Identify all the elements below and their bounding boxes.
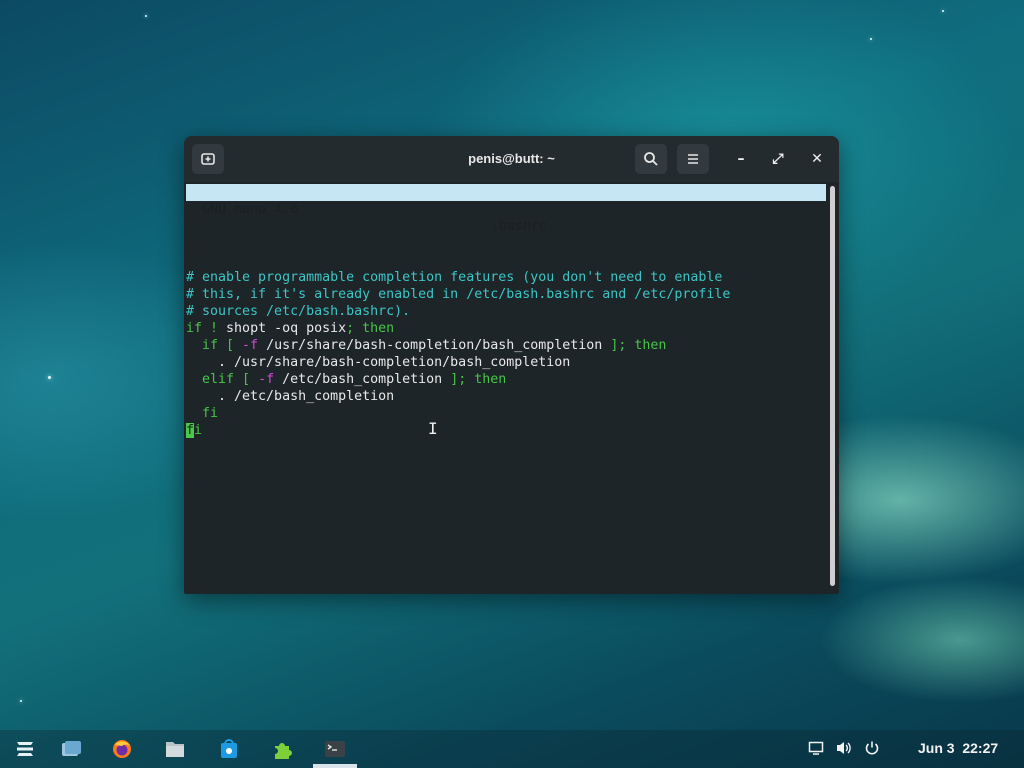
code-token: . /usr/share/bash-completion/bash_comple… bbox=[186, 355, 571, 370]
code-line: . /usr/share/bash-completion/bash_comple… bbox=[186, 354, 730, 371]
code-token: -f bbox=[242, 338, 259, 353]
code-token: # sources /etc/bash.bashrc). bbox=[186, 304, 411, 319]
code-line: if [ -f /usr/share/bash-completion/bash_… bbox=[186, 337, 730, 354]
code-line: # enable programmable completion feature… bbox=[186, 269, 730, 286]
star bbox=[870, 38, 872, 40]
workspaces-icon[interactable] bbox=[61, 738, 83, 760]
star bbox=[20, 700, 22, 702]
close-button[interactable]: ✕ bbox=[808, 150, 826, 168]
code-token: -f bbox=[258, 372, 275, 387]
code-line: fi bbox=[186, 405, 730, 422]
display-icon[interactable] bbox=[808, 740, 824, 761]
volume-icon[interactable] bbox=[835, 740, 853, 761]
hamburger-menu-icon bbox=[688, 154, 698, 164]
code-token: if [ bbox=[186, 338, 243, 353]
code-line: elif [ -f /etc/bash_completion ]; then bbox=[186, 371, 730, 388]
code-token: /usr/share/bash-completion/bash_completi… bbox=[258, 338, 611, 353]
star bbox=[942, 10, 944, 12]
extensions-icon[interactable] bbox=[271, 738, 293, 760]
power-icon[interactable] bbox=[864, 740, 880, 761]
active-app-indicator bbox=[313, 764, 357, 768]
code-line: . /etc/bash_completion bbox=[186, 388, 730, 405]
code-token: ! bbox=[202, 321, 227, 336]
minimize-button[interactable]: – bbox=[732, 150, 750, 168]
code-token: ; then bbox=[346, 321, 395, 336]
text-cursor: f bbox=[186, 423, 195, 438]
code-line: # sources /etc/bash.bashrc). bbox=[186, 303, 730, 320]
zorin-menu-icon[interactable] bbox=[14, 738, 36, 760]
firefox-icon[interactable] bbox=[111, 738, 133, 760]
code-line: # this, if it's already enabled in /etc/… bbox=[186, 286, 730, 303]
terminal-icon[interactable] bbox=[324, 738, 346, 760]
search-button[interactable] bbox=[635, 144, 667, 174]
terminal-window[interactable]: penis@butt: ~ – ⤢ ✕ GNU nano 4.8 .bashrc… bbox=[184, 136, 839, 594]
search-icon bbox=[644, 152, 658, 166]
nano-title-bar: GNU nano 4.8 .bashrc bbox=[186, 184, 826, 234]
nano-version: GNU nano 4.8 bbox=[202, 202, 299, 217]
star bbox=[48, 376, 51, 379]
files-icon[interactable] bbox=[164, 738, 186, 760]
terminal-content[interactable]: GNU nano 4.8 .bashrc # enable programmab… bbox=[184, 182, 828, 594]
code-token: # this, if it's already enabled in /etc/… bbox=[186, 287, 731, 302]
cursor-line: fi bbox=[186, 423, 203, 438]
code-token: . /etc/bash_completion bbox=[186, 389, 395, 404]
code-area[interactable]: # enable programmable completion feature… bbox=[186, 218, 730, 473]
mouse-ibeam-cursor: I bbox=[428, 419, 438, 438]
code-token: ]; then bbox=[450, 372, 507, 387]
code-token: fi bbox=[186, 406, 219, 421]
code-token: ]; then bbox=[610, 338, 667, 353]
menu-button[interactable] bbox=[677, 144, 709, 174]
maximize-button[interactable]: ⤢ bbox=[769, 150, 787, 168]
code-token: shopt -oq posix bbox=[226, 321, 347, 336]
scrollbar[interactable] bbox=[830, 186, 835, 586]
code-token: /etc/bash_completion bbox=[274, 372, 451, 387]
taskbar: Jun 3 22:27 bbox=[0, 730, 1024, 768]
code-token: elif [ bbox=[186, 372, 259, 387]
software-store-icon[interactable] bbox=[218, 738, 240, 760]
code-token: if bbox=[186, 321, 203, 336]
code-line: if ! shopt -oq posix; then bbox=[186, 320, 730, 337]
clock-time: 22:27 bbox=[962, 740, 999, 756]
clock-date: Jun 3 bbox=[918, 740, 955, 756]
code-token: # enable programmable completion feature… bbox=[186, 270, 723, 285]
star bbox=[145, 15, 147, 17]
title-bar[interactable]: penis@butt: ~ – ⤢ ✕ bbox=[184, 136, 839, 182]
clock[interactable]: Jun 3 22:27 bbox=[918, 740, 998, 756]
